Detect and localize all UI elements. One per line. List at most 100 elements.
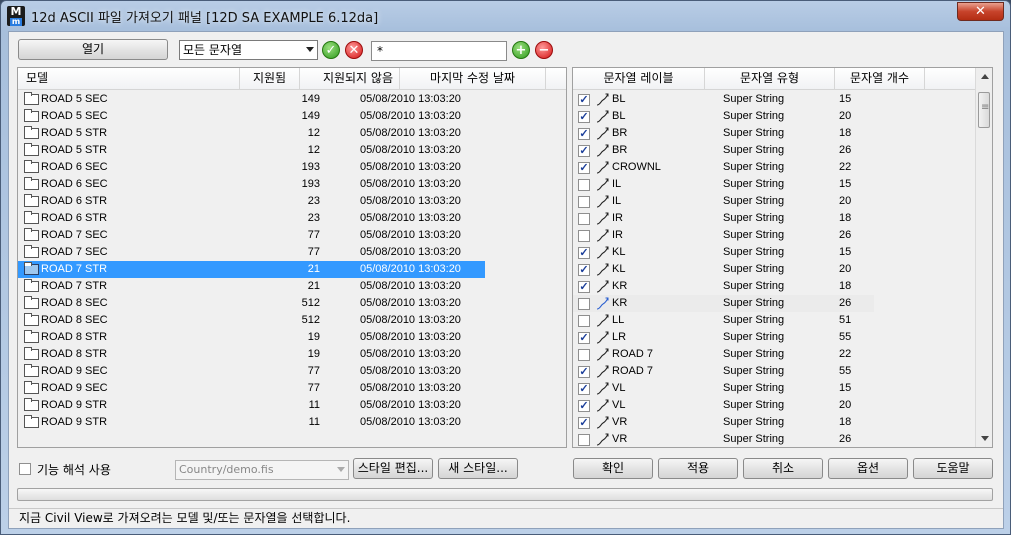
reject-filter-icon[interactable]: ✕ (345, 41, 363, 59)
table-row[interactable]: ROAD 9 STR 11 05/08/2010 13:03:20 (18, 397, 485, 414)
add-pattern-icon[interactable]: + (512, 41, 530, 59)
string-checkbox[interactable] (578, 196, 590, 208)
table-row[interactable]: ROAD 8 SEC 512 05/08/2010 13:03:20 (18, 295, 485, 312)
column-string-count[interactable]: 문자열 개수 (835, 68, 925, 90)
table-row[interactable]: ✓ VL Super String 20 (573, 397, 874, 414)
table-row[interactable]: ✓ KL Super String 15 (573, 244, 874, 261)
column-unsupported[interactable]: 지원되지 않음 (300, 68, 400, 90)
table-row[interactable]: ✓ ROAD 7 Super String 55 (573, 363, 874, 380)
table-row[interactable]: ✓ VL Super String 15 (573, 380, 874, 397)
table-row[interactable]: ROAD 9 SEC 77 05/08/2010 13:03:20 (18, 380, 485, 397)
scroll-down-icon[interactable] (981, 436, 989, 441)
string-checkbox[interactable]: ✓ (578, 264, 590, 276)
table-row[interactable]: ROAD 7 SEC 77 05/08/2010 13:03:20 (18, 227, 485, 244)
string-checkbox[interactable] (578, 213, 590, 225)
string-checkbox[interactable] (578, 298, 590, 310)
folder-icon (24, 228, 39, 241)
string-label: KL (612, 246, 626, 258)
string-checkbox[interactable] (578, 230, 590, 242)
help-button[interactable]: 도움말 (913, 458, 993, 479)
remove-pattern-icon[interactable]: − (535, 41, 553, 59)
table-row[interactable]: VR Super String 26 (573, 431, 874, 447)
table-row[interactable]: ✓ BR Super String 18 (573, 125, 874, 142)
table-row[interactable]: ROAD 7 Super String 22 (573, 346, 874, 363)
model-name: ROAD 6 SEC (41, 178, 108, 190)
string-checkbox[interactable]: ✓ (578, 145, 590, 157)
table-row[interactable]: ROAD 5 SEC 149 05/08/2010 13:03:20 (18, 91, 485, 108)
table-row[interactable]: ✓ CROWNL Super String 22 (573, 159, 874, 176)
string-checkbox[interactable]: ✓ (578, 94, 590, 106)
close-window-button[interactable]: ✕ (957, 2, 1004, 21)
string-checkbox[interactable]: ✓ (578, 247, 590, 259)
table-row[interactable]: ✓ BL Super String 20 (573, 108, 874, 125)
new-style-button[interactable]: 새 스타일... (438, 458, 518, 479)
table-row[interactable]: ROAD 8 STR 19 05/08/2010 13:03:20 (18, 346, 485, 363)
string-checkbox[interactable]: ✓ (578, 332, 590, 344)
table-row[interactable]: KR Super String 26 (573, 295, 874, 312)
string-checkbox[interactable]: ✓ (578, 400, 590, 412)
string-checkbox[interactable]: ✓ (578, 281, 590, 293)
string-checkbox[interactable] (578, 434, 590, 446)
table-row[interactable]: LL Super String 51 (573, 312, 874, 329)
table-row[interactable]: IR Super String 18 (573, 210, 874, 227)
table-row[interactable]: ✓ KL Super String 20 (573, 261, 874, 278)
table-row[interactable]: ROAD 7 SEC 77 05/08/2010 13:03:20 (18, 244, 485, 261)
string-label: CROWNL (612, 161, 661, 173)
scroll-thumb[interactable] (978, 92, 990, 128)
string-list-scrollbar[interactable] (975, 68, 992, 447)
column-string-label[interactable]: 문자열 레이블 (573, 68, 705, 90)
string-filter-dropdown[interactable]: 모든 문자열 (179, 40, 318, 60)
table-row[interactable]: ROAD 6 STR 23 05/08/2010 13:03:20 (18, 210, 485, 227)
string-checkbox[interactable]: ✓ (578, 366, 590, 378)
import-panel-window: Mm 12d ASCII 파일 가져오기 패널 [12D SA EXAMPLE … (0, 0, 1011, 535)
model-list[interactable]: 모델 지원됨 지원되지 않음 마지막 수정 날짜 ROAD 5 SEC 149 05… (17, 67, 567, 448)
modified-date: 05/08/2010 13:03:20 (360, 144, 461, 156)
table-row[interactable]: ✓ LR Super String 55 (573, 329, 874, 346)
string-checkbox[interactable]: ✓ (578, 417, 590, 429)
table-row[interactable]: ROAD 5 STR 12 05/08/2010 13:03:20 (18, 125, 485, 142)
edit-style-button[interactable]: 스타일 편집... (353, 458, 433, 479)
string-checkbox[interactable] (578, 179, 590, 191)
cancel-button[interactable]: 취소 (743, 458, 823, 479)
string-checkbox[interactable] (578, 349, 590, 361)
table-row[interactable]: ROAD 5 SEC 149 05/08/2010 13:03:20 (18, 108, 485, 125)
table-row[interactable]: ROAD 5 STR 12 05/08/2010 13:03:20 (18, 142, 485, 159)
string-checkbox[interactable] (578, 315, 590, 327)
open-file-button[interactable]: 열기 (18, 39, 168, 60)
folder-icon (24, 245, 39, 258)
apply-button[interactable]: 적용 (658, 458, 738, 479)
table-row[interactable]: ROAD 6 STR 23 05/08/2010 13:03:20 (18, 193, 485, 210)
string-checkbox[interactable]: ✓ (578, 383, 590, 395)
table-row[interactable]: IL Super String 20 (573, 193, 874, 210)
string-checkbox[interactable]: ✓ (578, 162, 590, 174)
table-row[interactable]: ✓ VR Super String 18 (573, 414, 874, 431)
table-row[interactable]: ROAD 8 STR 19 05/08/2010 13:03:20 (18, 329, 485, 346)
scroll-up-icon[interactable] (981, 74, 989, 79)
string-list[interactable]: 문자열 레이블 문자열 유형 문자열 개수 ✓ BL Super String 15 ✓… (572, 67, 993, 448)
supported-count: 77 (307, 246, 320, 258)
table-row[interactable]: ROAD 9 SEC 77 05/08/2010 13:03:20 (18, 363, 485, 380)
table-row[interactable]: ROAD 9 STR 11 05/08/2010 13:03:20 (18, 414, 485, 431)
table-row[interactable]: ✓ BR Super String 26 (573, 142, 874, 159)
table-row[interactable]: ✓ BL Super String 15 (573, 91, 874, 108)
ok-button[interactable]: 확인 (573, 458, 653, 479)
table-row[interactable]: IL Super String 15 (573, 176, 874, 193)
title-bar: Mm 12d ASCII 파일 가져오기 패널 [12D SA EXAMPLE … (1, 1, 1010, 31)
string-checkbox[interactable]: ✓ (578, 128, 590, 140)
pattern-input[interactable]: * (371, 41, 507, 61)
options-button[interactable]: 옵션 (828, 458, 908, 479)
table-row[interactable]: ROAD 7 STR 21 05/08/2010 13:03:20 (18, 261, 485, 278)
table-row[interactable]: ROAD 6 SEC 193 05/08/2010 13:03:20 (18, 159, 485, 176)
feature-interpretation-checkbox[interactable] (19, 463, 31, 475)
string-checkbox[interactable]: ✓ (578, 111, 590, 123)
table-row[interactable]: ✓ KR Super String 18 (573, 278, 874, 295)
table-row[interactable]: ROAD 6 SEC 193 05/08/2010 13:03:20 (18, 176, 485, 193)
accept-filter-icon[interactable]: ✓ (322, 41, 340, 59)
column-string-type[interactable]: 문자열 유형 (705, 68, 835, 90)
table-row[interactable]: IR Super String 26 (573, 227, 874, 244)
table-row[interactable]: ROAD 8 SEC 512 05/08/2010 13:03:20 (18, 312, 485, 329)
table-row[interactable]: ROAD 7 STR 21 05/08/2010 13:03:20 (18, 278, 485, 295)
column-modified[interactable]: 마지막 수정 날짜 (400, 68, 546, 90)
column-model[interactable]: 모델 (18, 68, 240, 90)
column-supported[interactable]: 지원됨 (240, 68, 300, 90)
